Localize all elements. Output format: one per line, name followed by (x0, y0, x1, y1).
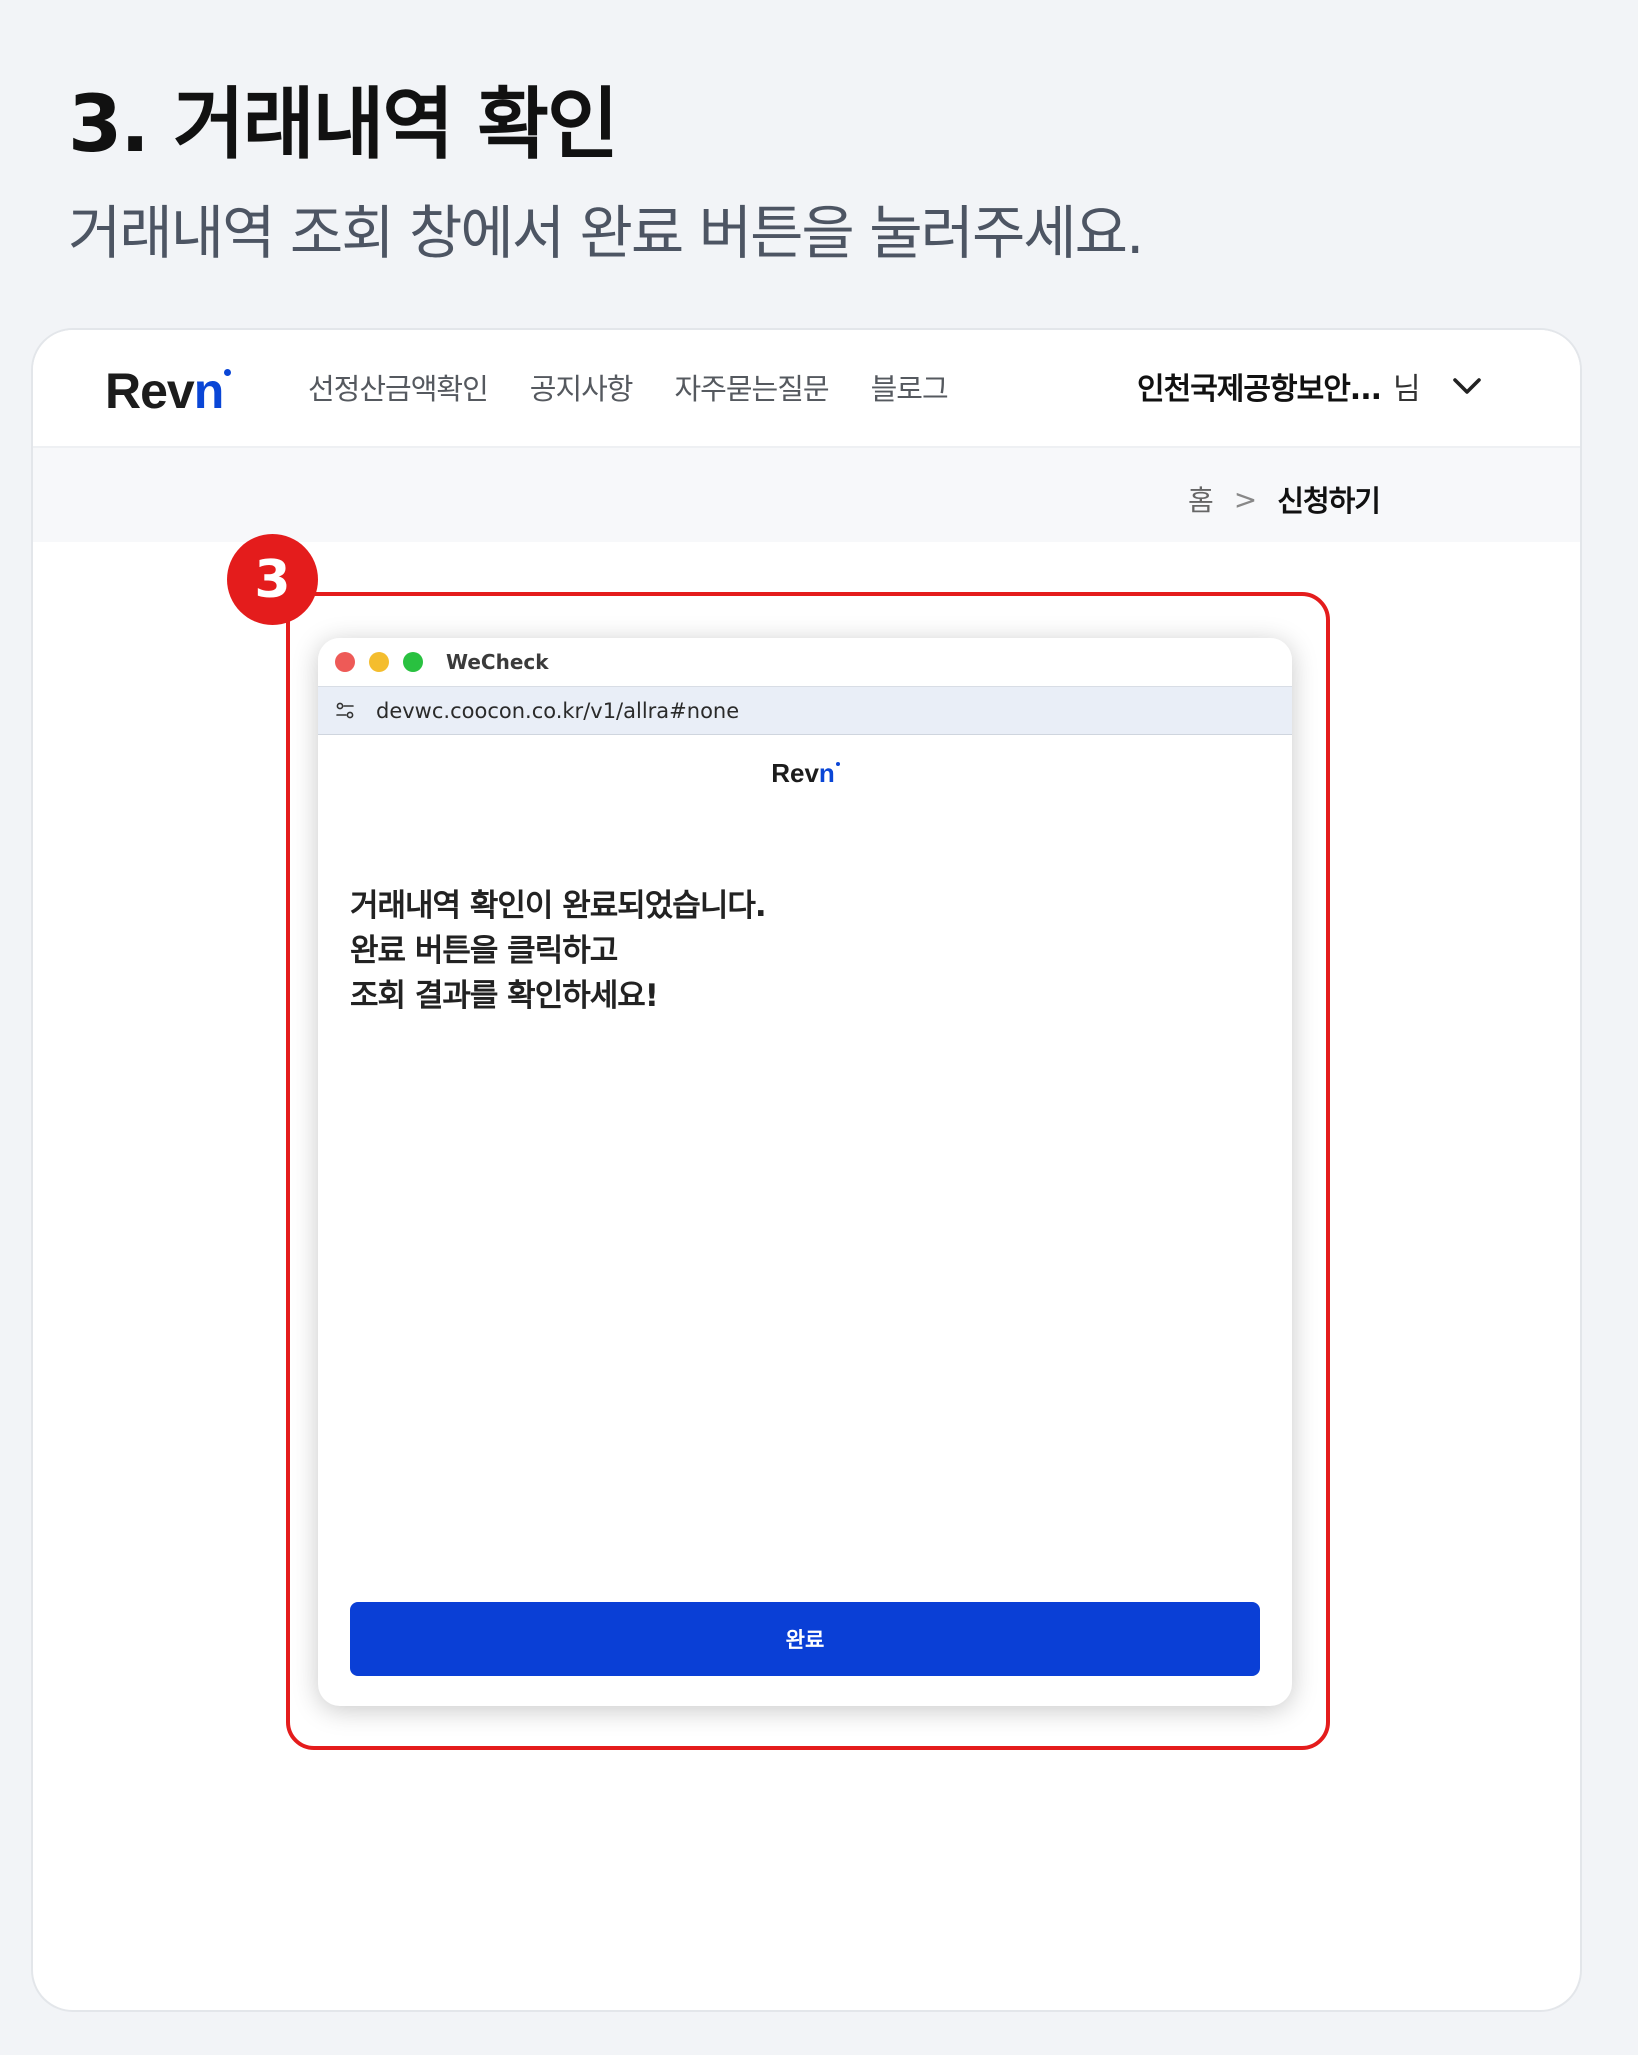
site-settings-icon[interactable] (334, 700, 356, 722)
step-badge: 3 (227, 534, 318, 625)
popup-logo-dot (835, 762, 840, 766)
popup-logo-text: Rev (771, 758, 819, 788)
step-subtitle: 거래내역 조회 창에서 완료 버튼을 눌러주세요. (68, 199, 1144, 267)
address-bar[interactable]: devwc.coocon.co.kr/v1/allra#none (318, 686, 1292, 735)
popup-logo-accent: n (818, 758, 835, 788)
completion-message: 거래내역 확인이 완료되었습니다. 완료 버튼을 클릭하고 조회 결과를 확인하… (350, 884, 1250, 1019)
logo-accent: n (193, 363, 225, 419)
message-line: 거래내역 확인이 완료되었습니다. (350, 888, 767, 924)
done-button[interactable]: 완료 (350, 1602, 1260, 1676)
logo-text: Rev (105, 363, 195, 419)
logo-dot (224, 369, 232, 376)
user-name: 인천국제공항보안... (1137, 372, 1382, 407)
window-titlebar: WeCheck (318, 638, 1292, 686)
nav-link-blog[interactable]: 블로그 (871, 366, 949, 408)
nav-link-faq[interactable]: 자주묻는질문 (675, 366, 830, 408)
popup-window: WeCheck devwc.coocon.co.kr/v1/allra#none… (318, 638, 1292, 1706)
maximize-window-icon[interactable] (403, 652, 423, 672)
nav-link-settlement-check[interactable]: 선정산금액확인 (308, 366, 489, 408)
breadcrumb-current: 신청하기 (1277, 484, 1381, 518)
minimize-window-icon[interactable] (369, 652, 389, 672)
breadcrumb-bar: 홈 > 신청하기 (33, 448, 1580, 542)
user-menu[interactable]: 인천국제공항보안... 님 (1137, 364, 1485, 408)
top-nav: Revn 선정산금액확인 공지사항 자주묻는질문 블로그 인천국제공항보안...… (33, 330, 1580, 448)
breadcrumb-home[interactable]: 홈 (1188, 479, 1214, 519)
window-title: WeCheck (446, 650, 549, 674)
step-title: 3. 거래내역 확인 (68, 80, 619, 170)
popup-revn-logo: Revn (318, 758, 1292, 789)
breadcrumb-separator: > (1233, 482, 1258, 516)
nav-links: 선정산금액확인 공지사항 자주묻는질문 블로그 (308, 366, 949, 408)
message-line: 완료 버튼을 클릭하고 (350, 933, 618, 969)
chevron-down-icon[interactable] (1449, 368, 1485, 404)
nav-link-notices[interactable]: 공지사항 (530, 366, 634, 408)
breadcrumb: 홈 > 신청하기 (1188, 478, 1381, 520)
revn-logo[interactable]: Revn (105, 362, 232, 420)
message-line: 조회 결과를 확인하세요! (350, 978, 659, 1014)
user-suffix: 님 (1393, 372, 1421, 407)
url-text: devwc.coocon.co.kr/v1/allra#none (376, 699, 740, 723)
close-window-icon[interactable] (335, 652, 355, 672)
